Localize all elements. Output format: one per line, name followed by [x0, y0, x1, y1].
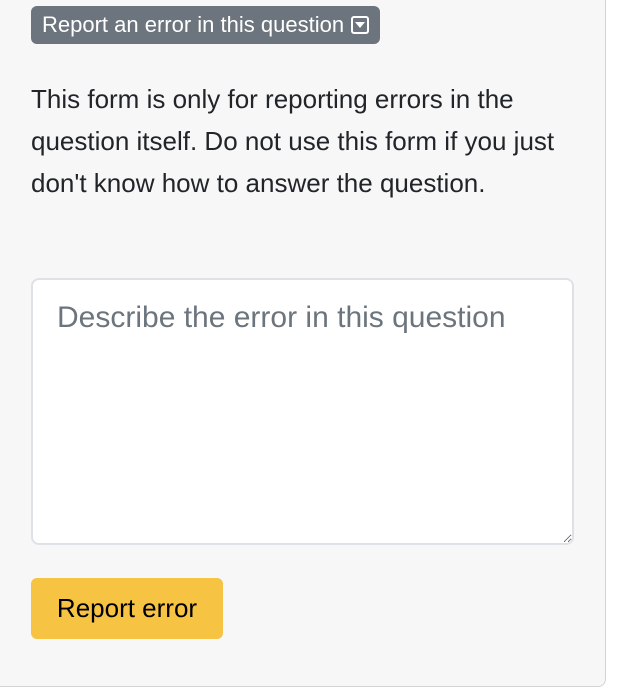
error-description-textarea[interactable]: [31, 278, 574, 545]
report-error-toggle-label: Report an error in this question: [42, 12, 345, 37]
caret-down-square-icon: [351, 16, 370, 34]
form-description: This form is only for reporting errors i…: [31, 84, 555, 198]
report-error-toggle-button[interactable]: Report an error in this question: [31, 6, 381, 44]
report-error-button[interactable]: Report error: [31, 578, 223, 639]
